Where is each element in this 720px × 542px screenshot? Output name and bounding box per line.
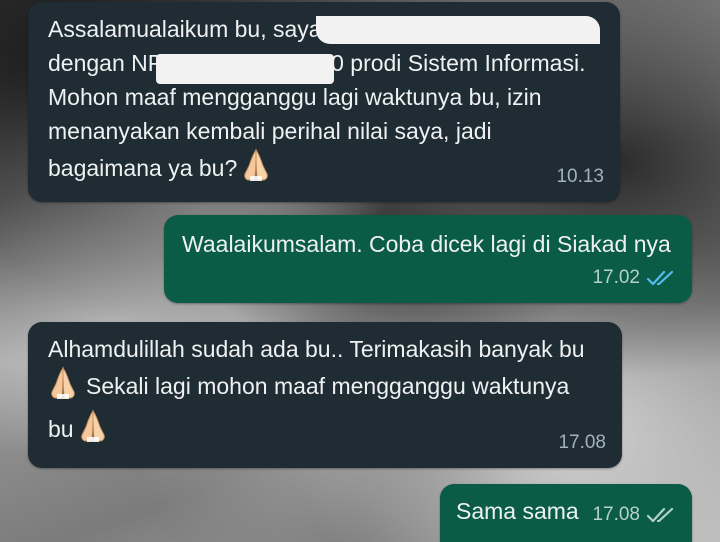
folded-hands-emoji-icon [48,366,78,409]
message-meta: 17.08 [592,498,676,532]
message-meta: 17.08 [558,426,606,460]
message-time: 17.02 [592,267,640,288]
message-bubble-outgoing[interactable]: Waalaikumsalam. Coba dicek lagi di Siaka… [164,215,692,303]
message-line: bu [48,409,606,452]
message-bubble-incoming[interactable]: Alhamdulillah sudah ada bu.. Terimakasih… [28,322,622,468]
message-line: Sekali lagi mohon maaf mengganggu waktun… [48,366,606,409]
double-check-icon [646,506,676,524]
folded-hands-emoji-icon [78,409,108,452]
message-line: bagaimana ya bu? [48,148,604,191]
message-line: menanyakan kembali perihal nilai saya, j… [48,118,492,144]
message-time: 17.08 [558,432,606,453]
double-check-read-icon [646,269,676,287]
message-bubble-outgoing[interactable]: Sama sama 17.08 [440,484,692,542]
message-text: Sama sama [456,498,579,524]
folded-hands-emoji-icon [241,148,271,191]
message-text: Waalaikumsalam. Coba dicek lagi di Siaka… [182,231,671,257]
message-time: 17.08 [592,504,640,525]
message-line: Mohon maaf mengganggu lagi waktunya bu, … [48,84,542,110]
redacted-name [316,16,600,44]
message-time: 10.13 [556,166,604,187]
message-meta: 17.02 [592,261,676,295]
redacted-id-number [156,54,334,84]
message-meta: 10.13 [556,160,604,194]
message-bubble-incoming[interactable]: Assalamualaikum bu, saya dengan NP 0 prod… [28,2,620,202]
message-line: Alhamdulillah sudah ada bu.. Terimakasih… [48,336,585,362]
